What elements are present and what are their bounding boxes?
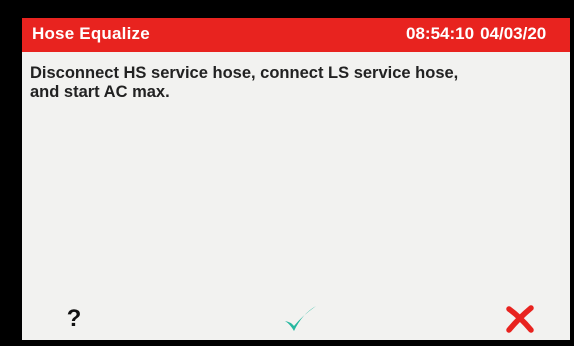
date-display: 04/03/20: [480, 24, 547, 43]
display-screen: Hose Equalize 08:54:10 04/03/20 Disconnec…: [22, 18, 570, 340]
help-button[interactable]: ?: [44, 300, 104, 338]
title-bar: Hose Equalize 08:54:10 04/03/20: [22, 18, 570, 52]
cancel-button[interactable]: [490, 300, 550, 338]
checkmark-icon: [285, 306, 316, 331]
help-icon: ?: [66, 305, 82, 332]
message-line-1: Disconnect HS service hose, connect LS s…: [30, 64, 459, 82]
confirm-button[interactable]: [270, 300, 330, 338]
x-icon: [506, 305, 534, 333]
message-line-2: and start AC max.: [30, 83, 170, 101]
instruction-message: Disconnect HS service hose, connect LS s…: [30, 64, 564, 102]
page-title: Hose Equalize: [32, 24, 150, 43]
time-display: 08:54:10: [406, 24, 475, 43]
datetime-display: 08:54:10 04/03/20: [406, 24, 552, 44]
device-bezel: Hose Equalize 08:54:10 04/03/20 Disconnec…: [0, 0, 574, 346]
